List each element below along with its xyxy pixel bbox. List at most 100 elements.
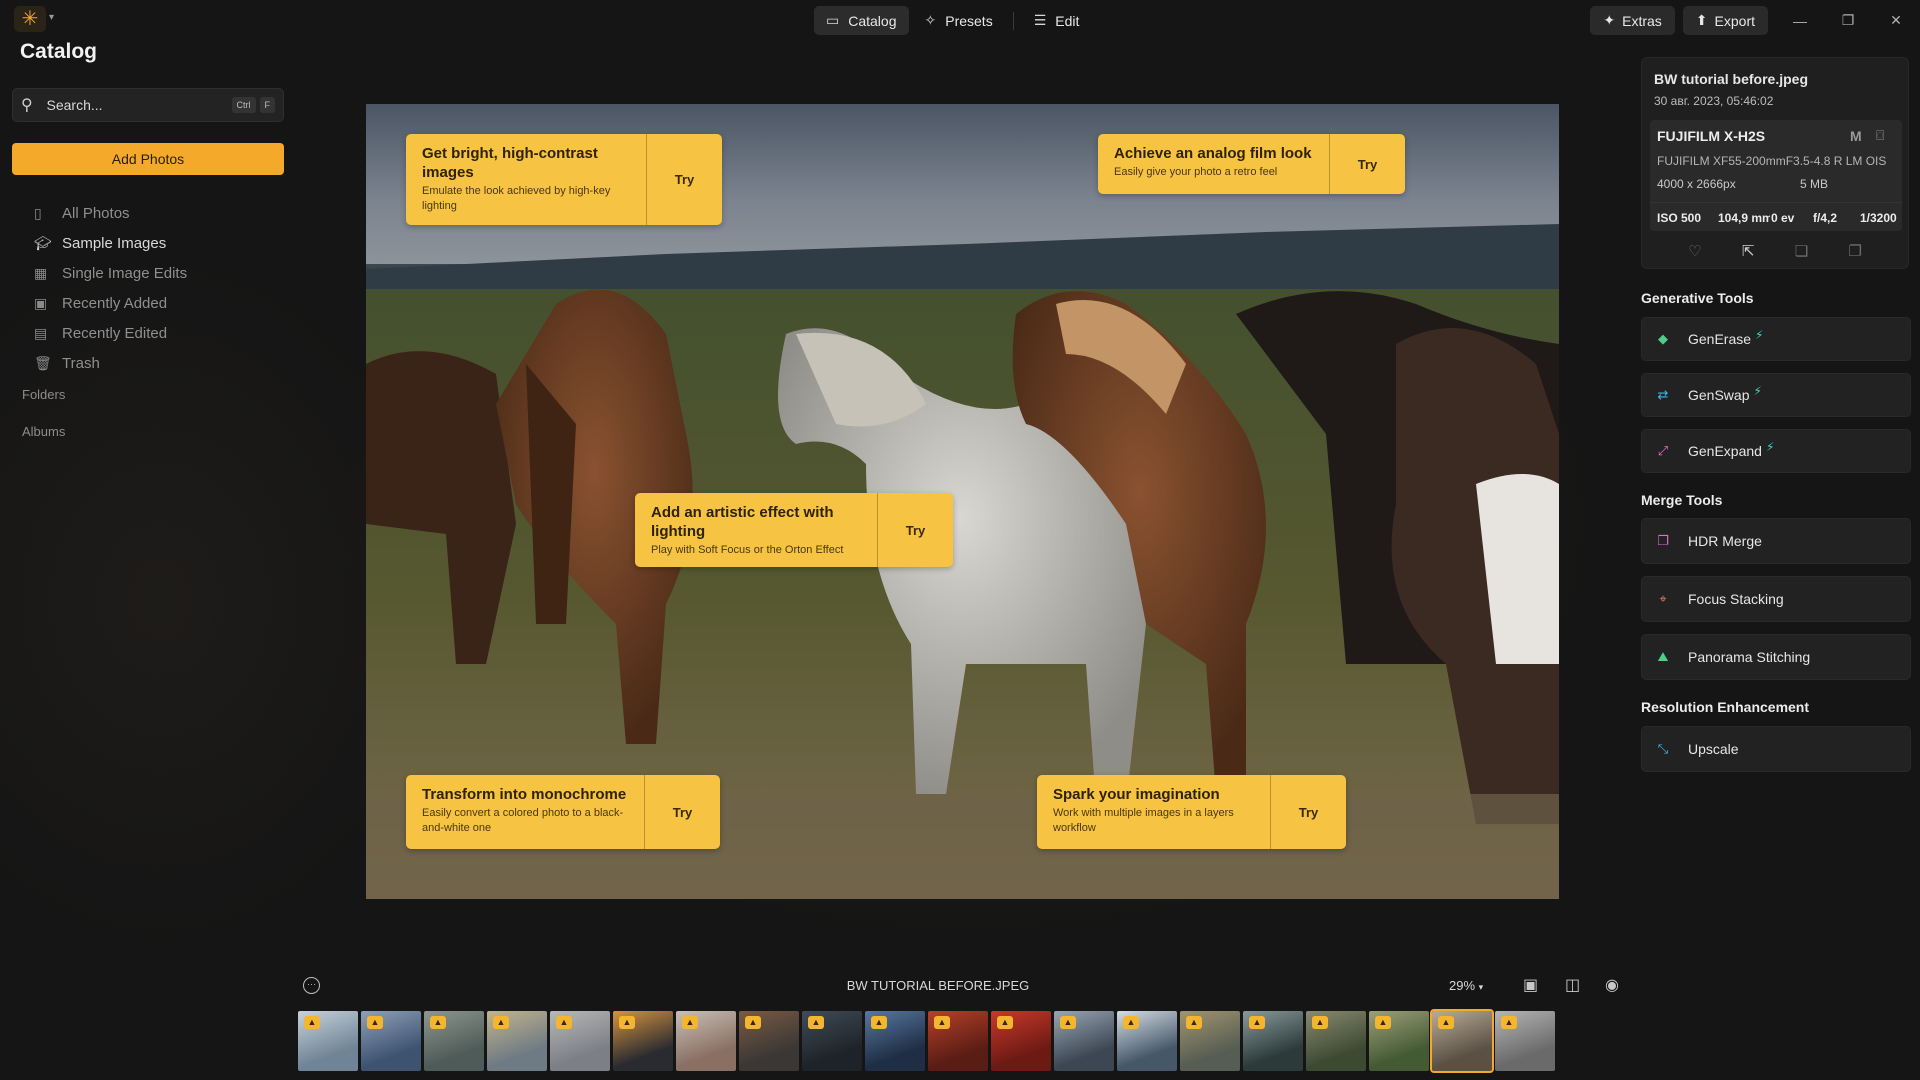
sidebar-item-recently-added[interactable]: ▣ Recently Added xyxy=(34,288,187,318)
zoom-dropdown[interactable]: 29% ▾ xyxy=(1449,978,1483,993)
info-actions: ♡ ⇱ ❏ ❐ xyxy=(1642,242,1908,260)
genswap-button[interactable]: ⇄ GenSwap ⚡︎ xyxy=(1641,373,1911,417)
suggestion-card[interactable]: Achieve an analog film look Easily give … xyxy=(1098,134,1405,194)
shortcut-key: Ctrl xyxy=(231,97,256,113)
filmstrip-thumbnail[interactable]: ▲ xyxy=(1369,1011,1429,1071)
try-button[interactable]: Try xyxy=(644,775,720,849)
tab-catalog[interactable]: ▭ Catalog xyxy=(814,6,909,35)
sidebar-item-label: Recently Added xyxy=(62,294,168,312)
eye-icon[interactable]: ◉ xyxy=(1605,975,1619,995)
suggestion-card[interactable]: Transform into monochrome Easily convert… xyxy=(406,775,720,849)
graduation-cap-icon: ▲ xyxy=(1312,1016,1328,1029)
iso-value: ISO 500 xyxy=(1657,211,1702,225)
recently-edited-icon: ▤ xyxy=(34,324,48,341)
restore-icon[interactable]: ❐ xyxy=(1824,12,1872,29)
card-title: Transform into monochrome xyxy=(422,786,627,803)
copy-icon[interactable]: ❏ xyxy=(1795,242,1808,260)
filmstrip-thumbnail[interactable]: ▲ xyxy=(1495,1011,1555,1071)
folders-section[interactable]: Folders xyxy=(22,387,65,402)
upscale-button[interactable]: ⤡ Upscale xyxy=(1641,726,1911,772)
swap-icon: ⇄ xyxy=(1657,387,1669,402)
search-input[interactable] xyxy=(46,97,228,113)
zoom-value: 29% xyxy=(1449,978,1476,993)
filmstrip-thumbnail[interactable]: ▲ xyxy=(361,1011,421,1071)
filmstrip-thumbnail[interactable]: ▲ xyxy=(739,1011,799,1071)
filmstrip-toggle-icon[interactable]: ▣ xyxy=(1523,975,1538,995)
heart-icon[interactable]: ♡ xyxy=(1688,242,1701,260)
trash-icon: 🗑︎ xyxy=(34,354,52,371)
filmstrip-thumbnail[interactable]: ▲ xyxy=(613,1011,673,1071)
try-button[interactable]: Try xyxy=(646,134,722,225)
filmstrip-thumbnail[interactable]: ▲ xyxy=(550,1011,610,1071)
card-description: Play with Soft Focus or the Orton Effect xyxy=(651,544,844,556)
graduation-cap-icon: ▲ xyxy=(1375,1016,1391,1029)
hdr-merge-button[interactable]: ❐ HDR Merge xyxy=(1641,518,1911,564)
filmstrip-thumbnail[interactable]: ▲ xyxy=(1306,1011,1366,1071)
suggestion-card[interactable]: Add an artistic effect with lighting Pla… xyxy=(635,493,953,567)
sidebar-item-sample-images[interactable]: 🎓︎ Sample Images xyxy=(34,228,187,258)
share-icon[interactable]: ⇱ xyxy=(1742,242,1755,260)
filmstrip-thumbnail[interactable]: ▲ xyxy=(1180,1011,1240,1071)
generase-button[interactable]: ◆ GenErase ⚡︎ xyxy=(1641,317,1911,361)
filmstrip-thumbnail[interactable]: ▲ xyxy=(1430,1009,1494,1073)
compare-icon[interactable]: ◫ xyxy=(1565,975,1580,995)
lightning-icon: ⚡︎ xyxy=(1755,328,1764,342)
exposure-mode: M xyxy=(1850,128,1862,144)
filmstrip-thumbnail[interactable]: ▲ xyxy=(1243,1011,1303,1071)
image-dimensions: 4000 x 2666px xyxy=(1657,177,1736,191)
file-size: 5 MB xyxy=(1800,177,1829,191)
filmstrip: ▲ ▲ ▲ ▲ ▲ ▲ ▲ ▲ ▲ ▲ ▲ ▲ ▲ ▲ ▲ ▲ ▲ ▲ ▲ ▲ xyxy=(298,1009,1555,1073)
filmstrip-thumbnail[interactable]: ▲ xyxy=(802,1011,862,1071)
tab-presets[interactable]: ✧ Presets xyxy=(913,6,1005,35)
suggestion-card[interactable]: Get bright, high-contrast images Emulate… xyxy=(406,134,722,225)
filmstrip-thumbnail[interactable]: ▲ xyxy=(991,1011,1051,1071)
card-description: Easily convert a colored photo to a blac… xyxy=(422,807,624,834)
filmstrip-thumbnail[interactable]: ▲ xyxy=(487,1011,547,1071)
minimize-icon[interactable]: — xyxy=(1776,13,1824,29)
sidebar-nav: ▯ All Photos 🎓︎ Sample Images ▦ Single I… xyxy=(34,198,187,378)
info-filename: BW tutorial before.jpeg xyxy=(1654,71,1808,87)
tab-edit[interactable]: ☰ Edit xyxy=(1022,6,1092,35)
focus-stacking-button[interactable]: ⌖ Focus Stacking xyxy=(1641,576,1911,622)
more-options-icon[interactable]: ··· xyxy=(303,977,320,994)
sun-logo-icon[interactable]: ✳ xyxy=(14,6,46,32)
tool-label: Panorama Stitching xyxy=(1688,649,1811,665)
panorama-stitching-button[interactable]: ⛰ Panorama Stitching xyxy=(1641,634,1911,680)
genexpand-button[interactable]: ⤢ GenExpand ⚡︎ xyxy=(1641,429,1911,473)
card-body: Get bright, high-contrast images Emulate… xyxy=(406,134,646,225)
card-title: Achieve an analog film look xyxy=(1114,145,1312,162)
sidebar-item-recently-edited[interactable]: ▤ Recently Edited xyxy=(34,318,187,348)
filmstrip-thumbnail[interactable]: ▲ xyxy=(1117,1011,1177,1071)
filmstrip-thumbnail[interactable]: ▲ xyxy=(676,1011,736,1071)
sidebar-item-trash[interactable]: 🗑︎ Trash xyxy=(34,348,187,378)
try-button[interactable]: Try xyxy=(1270,775,1346,849)
sidebar-item-single-image-edits[interactable]: ▦ Single Image Edits xyxy=(34,258,187,288)
filmstrip-thumbnail[interactable]: ▲ xyxy=(928,1011,988,1071)
suggestion-card[interactable]: Spark your imagination Work with multipl… xyxy=(1037,775,1346,849)
chevron-down-icon[interactable]: ▾ xyxy=(49,12,54,23)
sidebar-item-all-photos[interactable]: ▯ All Photos xyxy=(34,198,187,228)
section-heading: Generative Tools xyxy=(1641,290,1754,306)
graduation-cap-icon: ▲ xyxy=(1501,1016,1517,1029)
filmstrip-thumbnail[interactable]: ▲ xyxy=(424,1011,484,1071)
add-photos-button[interactable]: Add Photos xyxy=(12,143,284,175)
main-photo[interactable]: Get bright, high-contrast images Emulate… xyxy=(366,104,1559,899)
albums-section[interactable]: Albums xyxy=(22,424,65,439)
card-body: Transform into monochrome Easily convert… xyxy=(406,775,644,849)
main-nav: ▭ Catalog ✧ Presets ☰ Edit xyxy=(814,6,1091,35)
filmstrip-thumbnail[interactable]: ▲ xyxy=(1054,1011,1114,1071)
filmstrip-thumbnail[interactable]: ▲ xyxy=(865,1011,925,1071)
try-button[interactable]: Try xyxy=(1329,134,1405,194)
export-button[interactable]: ⬆ Export xyxy=(1682,6,1768,35)
graduation-cap-icon: ▲ xyxy=(808,1016,824,1029)
graduation-cap-icon: ▲ xyxy=(430,1016,446,1029)
extras-button[interactable]: ✦ Extras xyxy=(1590,6,1675,35)
try-button[interactable]: Try xyxy=(877,493,953,567)
lightning-icon: ⚡︎ xyxy=(1753,384,1762,398)
filmstrip-thumbnail[interactable]: ▲ xyxy=(298,1011,358,1071)
search-box[interactable]: ⚲ Ctrl F xyxy=(12,88,284,122)
stack-icon[interactable]: ❐ xyxy=(1848,242,1861,260)
card-description: Easily give your photo a retro feel xyxy=(1114,166,1278,178)
focal-length: 104,9 mm xyxy=(1718,211,1770,225)
close-icon[interactable]: ✕ xyxy=(1872,12,1920,29)
